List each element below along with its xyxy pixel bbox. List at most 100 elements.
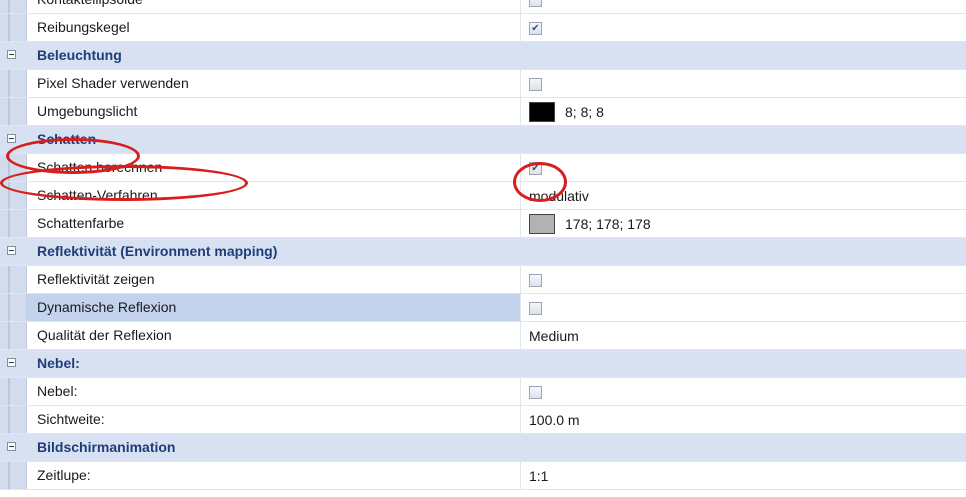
value-text: 1:1 — [529, 468, 549, 484]
property-row-kontaktellipsoide[interactable]: Kontaktellipsoide — [0, 0, 966, 14]
checkmark-icon: ✔ — [531, 162, 540, 174]
property-value[interactable] — [529, 0, 542, 14]
row-gutter — [0, 294, 27, 321]
row-gutter — [0, 322, 27, 349]
gutter-line — [8, 378, 10, 405]
collapse-minus-icon[interactable] — [7, 442, 16, 451]
column-separator — [520, 462, 521, 489]
property-row-reibungskegel[interactable]: Reibungskegel ✔ — [0, 14, 966, 42]
checkbox-unchecked[interactable] — [529, 77, 542, 91]
property-label: Reibungskegel — [37, 19, 130, 35]
checkbox-unchecked[interactable] — [529, 273, 542, 287]
property-label: Umgebungslicht — [37, 103, 138, 119]
property-value[interactable]: 178; 178; 178 — [529, 210, 651, 238]
property-label: Sichtweite: — [37, 411, 105, 427]
property-value[interactable] — [529, 266, 542, 294]
property-row-zeitlupe[interactable]: Zeitlupe: 1:1 — [0, 462, 966, 490]
column-separator — [520, 14, 521, 41]
gutter-line — [8, 98, 10, 125]
color-swatch[interactable] — [529, 214, 555, 234]
property-label: Nebel: — [37, 383, 78, 399]
column-separator — [520, 210, 521, 237]
category-gutter — [0, 434, 27, 461]
gutter-line — [8, 14, 10, 41]
column-separator — [520, 294, 521, 321]
checkbox-unchecked[interactable] — [529, 301, 542, 315]
row-gutter — [0, 210, 27, 237]
gutter-line — [8, 0, 10, 13]
property-label: Dynamische Reflexion — [37, 299, 177, 315]
row-gutter — [0, 0, 27, 13]
property-label: Pixel Shader verwenden — [37, 75, 189, 91]
gutter-line — [8, 406, 10, 433]
column-separator — [520, 406, 521, 433]
property-value[interactable] — [529, 294, 542, 322]
category-gutter — [0, 42, 27, 69]
category-title: Bildschirmanimation — [37, 439, 176, 455]
collapse-minus-icon[interactable] — [7, 358, 16, 367]
category-reflektivität-environment-mapping[interactable]: Reflektivität (Environment mapping) — [0, 238, 966, 266]
column-separator — [520, 98, 521, 125]
category-gutter — [0, 350, 27, 377]
column-separator — [520, 154, 521, 181]
category-schatten[interactable]: Schatten — [0, 126, 966, 154]
property-value[interactable]: 1:1 — [529, 462, 548, 490]
gutter-line — [8, 154, 10, 181]
category-title: Reflektivität (Environment mapping) — [37, 243, 278, 259]
row-gutter — [0, 378, 27, 405]
property-row-reflektivität-zeigen[interactable]: Reflektivität zeigen — [0, 266, 966, 294]
collapse-minus-icon[interactable] — [7, 134, 16, 143]
category-title: Nebel: — [37, 355, 80, 371]
property-value[interactable] — [529, 378, 542, 406]
value-text: Medium — [529, 328, 579, 344]
checkmark-icon: ✔ — [531, 22, 540, 34]
row-gutter — [0, 462, 27, 489]
color-value-text: 8; 8; 8 — [565, 104, 604, 120]
column-separator — [520, 70, 521, 97]
property-row-dynamische-reflexion[interactable]: Dynamische Reflexion — [0, 294, 966, 322]
property-row-nebel[interactable]: Nebel: — [0, 378, 966, 406]
category-nebel[interactable]: Nebel: — [0, 350, 966, 378]
color-value-text: 178; 178; 178 — [565, 216, 651, 232]
row-gutter — [0, 182, 27, 209]
property-value[interactable]: modulativ — [529, 182, 589, 210]
property-row-qualität-der-reflexion[interactable]: Qualität der Reflexion Medium — [0, 322, 966, 350]
color-swatch[interactable] — [529, 102, 555, 122]
checkbox-unchecked[interactable] — [529, 0, 542, 7]
property-label: Reflektivität zeigen — [37, 271, 155, 287]
row-gutter — [0, 70, 27, 97]
property-value[interactable]: ✔ — [529, 14, 542, 42]
checkbox-unchecked[interactable] — [529, 385, 542, 399]
column-separator — [520, 266, 521, 293]
property-grid: Kontaktellipsoide Reibungskegel ✔ Beleuchtu… — [0, 0, 966, 490]
row-gutter — [0, 14, 27, 41]
column-separator — [520, 378, 521, 405]
property-row-pixel-shader-verwenden[interactable]: Pixel Shader verwenden — [0, 70, 966, 98]
property-label: Schatten-Verfahren — [37, 187, 158, 203]
gutter-line — [8, 462, 10, 489]
row-gutter — [0, 406, 27, 433]
row-gutter — [0, 266, 27, 293]
property-row-schatten-verfahren[interactable]: Schatten-Verfahren modulativ — [0, 182, 966, 210]
property-value[interactable] — [529, 70, 542, 98]
column-separator — [520, 322, 521, 349]
collapse-minus-icon[interactable] — [7, 50, 16, 59]
property-row-umgebungslicht[interactable]: Umgebungslicht 8; 8; 8 — [0, 98, 966, 126]
property-row-schatten-berechnen[interactable]: Schatten berechnen ✔ — [0, 154, 966, 182]
property-label: Qualität der Reflexion — [37, 327, 172, 343]
collapse-minus-icon[interactable] — [7, 246, 16, 255]
column-separator — [520, 0, 521, 13]
property-value[interactable]: Medium — [529, 322, 579, 350]
category-bildschirmanimation[interactable]: Bildschirmanimation — [0, 434, 966, 462]
category-gutter — [0, 126, 27, 153]
property-row-schattenfarbe[interactable]: Schattenfarbe 178; 178; 178 — [0, 210, 966, 238]
property-value[interactable]: 8; 8; 8 — [529, 98, 604, 126]
property-row-sichtweite[interactable]: Sichtweite: 100.0 m — [0, 406, 966, 434]
property-value[interactable]: 100.0 m — [529, 406, 580, 434]
property-value[interactable]: ✔ — [529, 154, 542, 182]
category-beleuchtung[interactable]: Beleuchtung — [0, 42, 966, 70]
gutter-line — [8, 70, 10, 97]
checkbox-checked[interactable]: ✔ — [529, 21, 542, 35]
checkbox-checked[interactable]: ✔ — [529, 161, 542, 175]
category-gutter — [0, 238, 27, 265]
